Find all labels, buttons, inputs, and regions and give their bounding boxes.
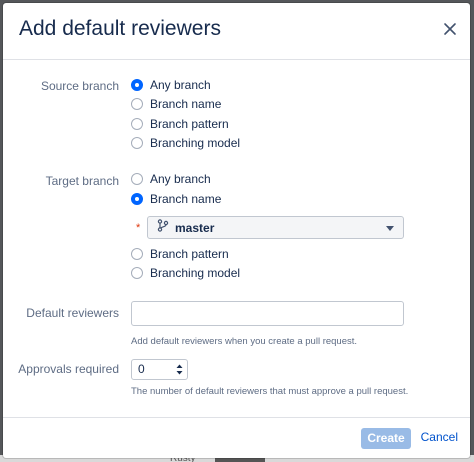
radio-label: Any branch [150, 172, 211, 186]
radio-label: Branching model [150, 266, 241, 280]
source-radio-branch-name[interactable]: Branch name [131, 95, 221, 113]
radio-icon [131, 173, 143, 185]
radio-selected-icon [131, 79, 143, 91]
chevron-down-icon [386, 226, 394, 231]
target-branch-select[interactable]: master [147, 216, 404, 239]
dialog-title: Add default reviewers [19, 17, 221, 40]
add-default-reviewers-dialog: Add default reviewers Source branch Any … [3, 3, 470, 458]
radio-icon [131, 98, 143, 110]
default-reviewers-input[interactable] [131, 301, 404, 326]
target-branch-label: Target branch [45, 174, 119, 188]
radio-label: Branch name [150, 97, 222, 111]
target-radio-any-branch[interactable]: Any branch [131, 170, 211, 188]
default-reviewers-label: Default reviewers [26, 306, 119, 320]
radio-icon [131, 118, 143, 130]
approvals-required-select[interactable]: 0 [131, 359, 188, 380]
radio-icon [131, 267, 143, 279]
source-radio-branching-model[interactable]: Branching model [131, 134, 240, 152]
default-reviewers-help: Add default reviewers when you create a … [131, 336, 358, 347]
source-branch-label: Source branch [40, 79, 119, 93]
branch-icon [157, 218, 169, 237]
source-radio-branch-pattern[interactable]: Branch pattern [131, 115, 229, 133]
cancel-button[interactable]: Cancel [421, 430, 458, 444]
target-radio-branching-model[interactable]: Branching model [131, 264, 240, 282]
source-radio-any-branch[interactable]: Any branch [131, 76, 211, 94]
dialog-footer: Create Cancel [3, 417, 470, 458]
target-branch-value: master [175, 220, 215, 235]
radio-icon [131, 248, 143, 260]
radio-label: Any branch [150, 78, 211, 92]
approvals-required-value: 0 [138, 362, 145, 376]
up-down-arrows-icon [176, 363, 183, 376]
create-button[interactable]: Create [361, 428, 411, 449]
radio-icon [131, 137, 143, 149]
close-icon[interactable] [440, 19, 460, 39]
radio-label: Branching model [150, 136, 241, 150]
required-marker: * [136, 222, 141, 234]
target-radio-branch-pattern[interactable]: Branch pattern [131, 245, 229, 263]
approvals-required-label: Approvals required [18, 362, 119, 376]
approvals-required-help: The number of default reviewers that mus… [131, 386, 409, 397]
radio-selected-icon [131, 193, 143, 205]
radio-label: Branch pattern [150, 117, 229, 131]
radio-label: Branch pattern [150, 247, 229, 261]
target-radio-branch-name[interactable]: Branch name [131, 190, 221, 208]
radio-label: Branch name [150, 192, 222, 206]
dialog-header: Add default reviewers [3, 3, 470, 60]
